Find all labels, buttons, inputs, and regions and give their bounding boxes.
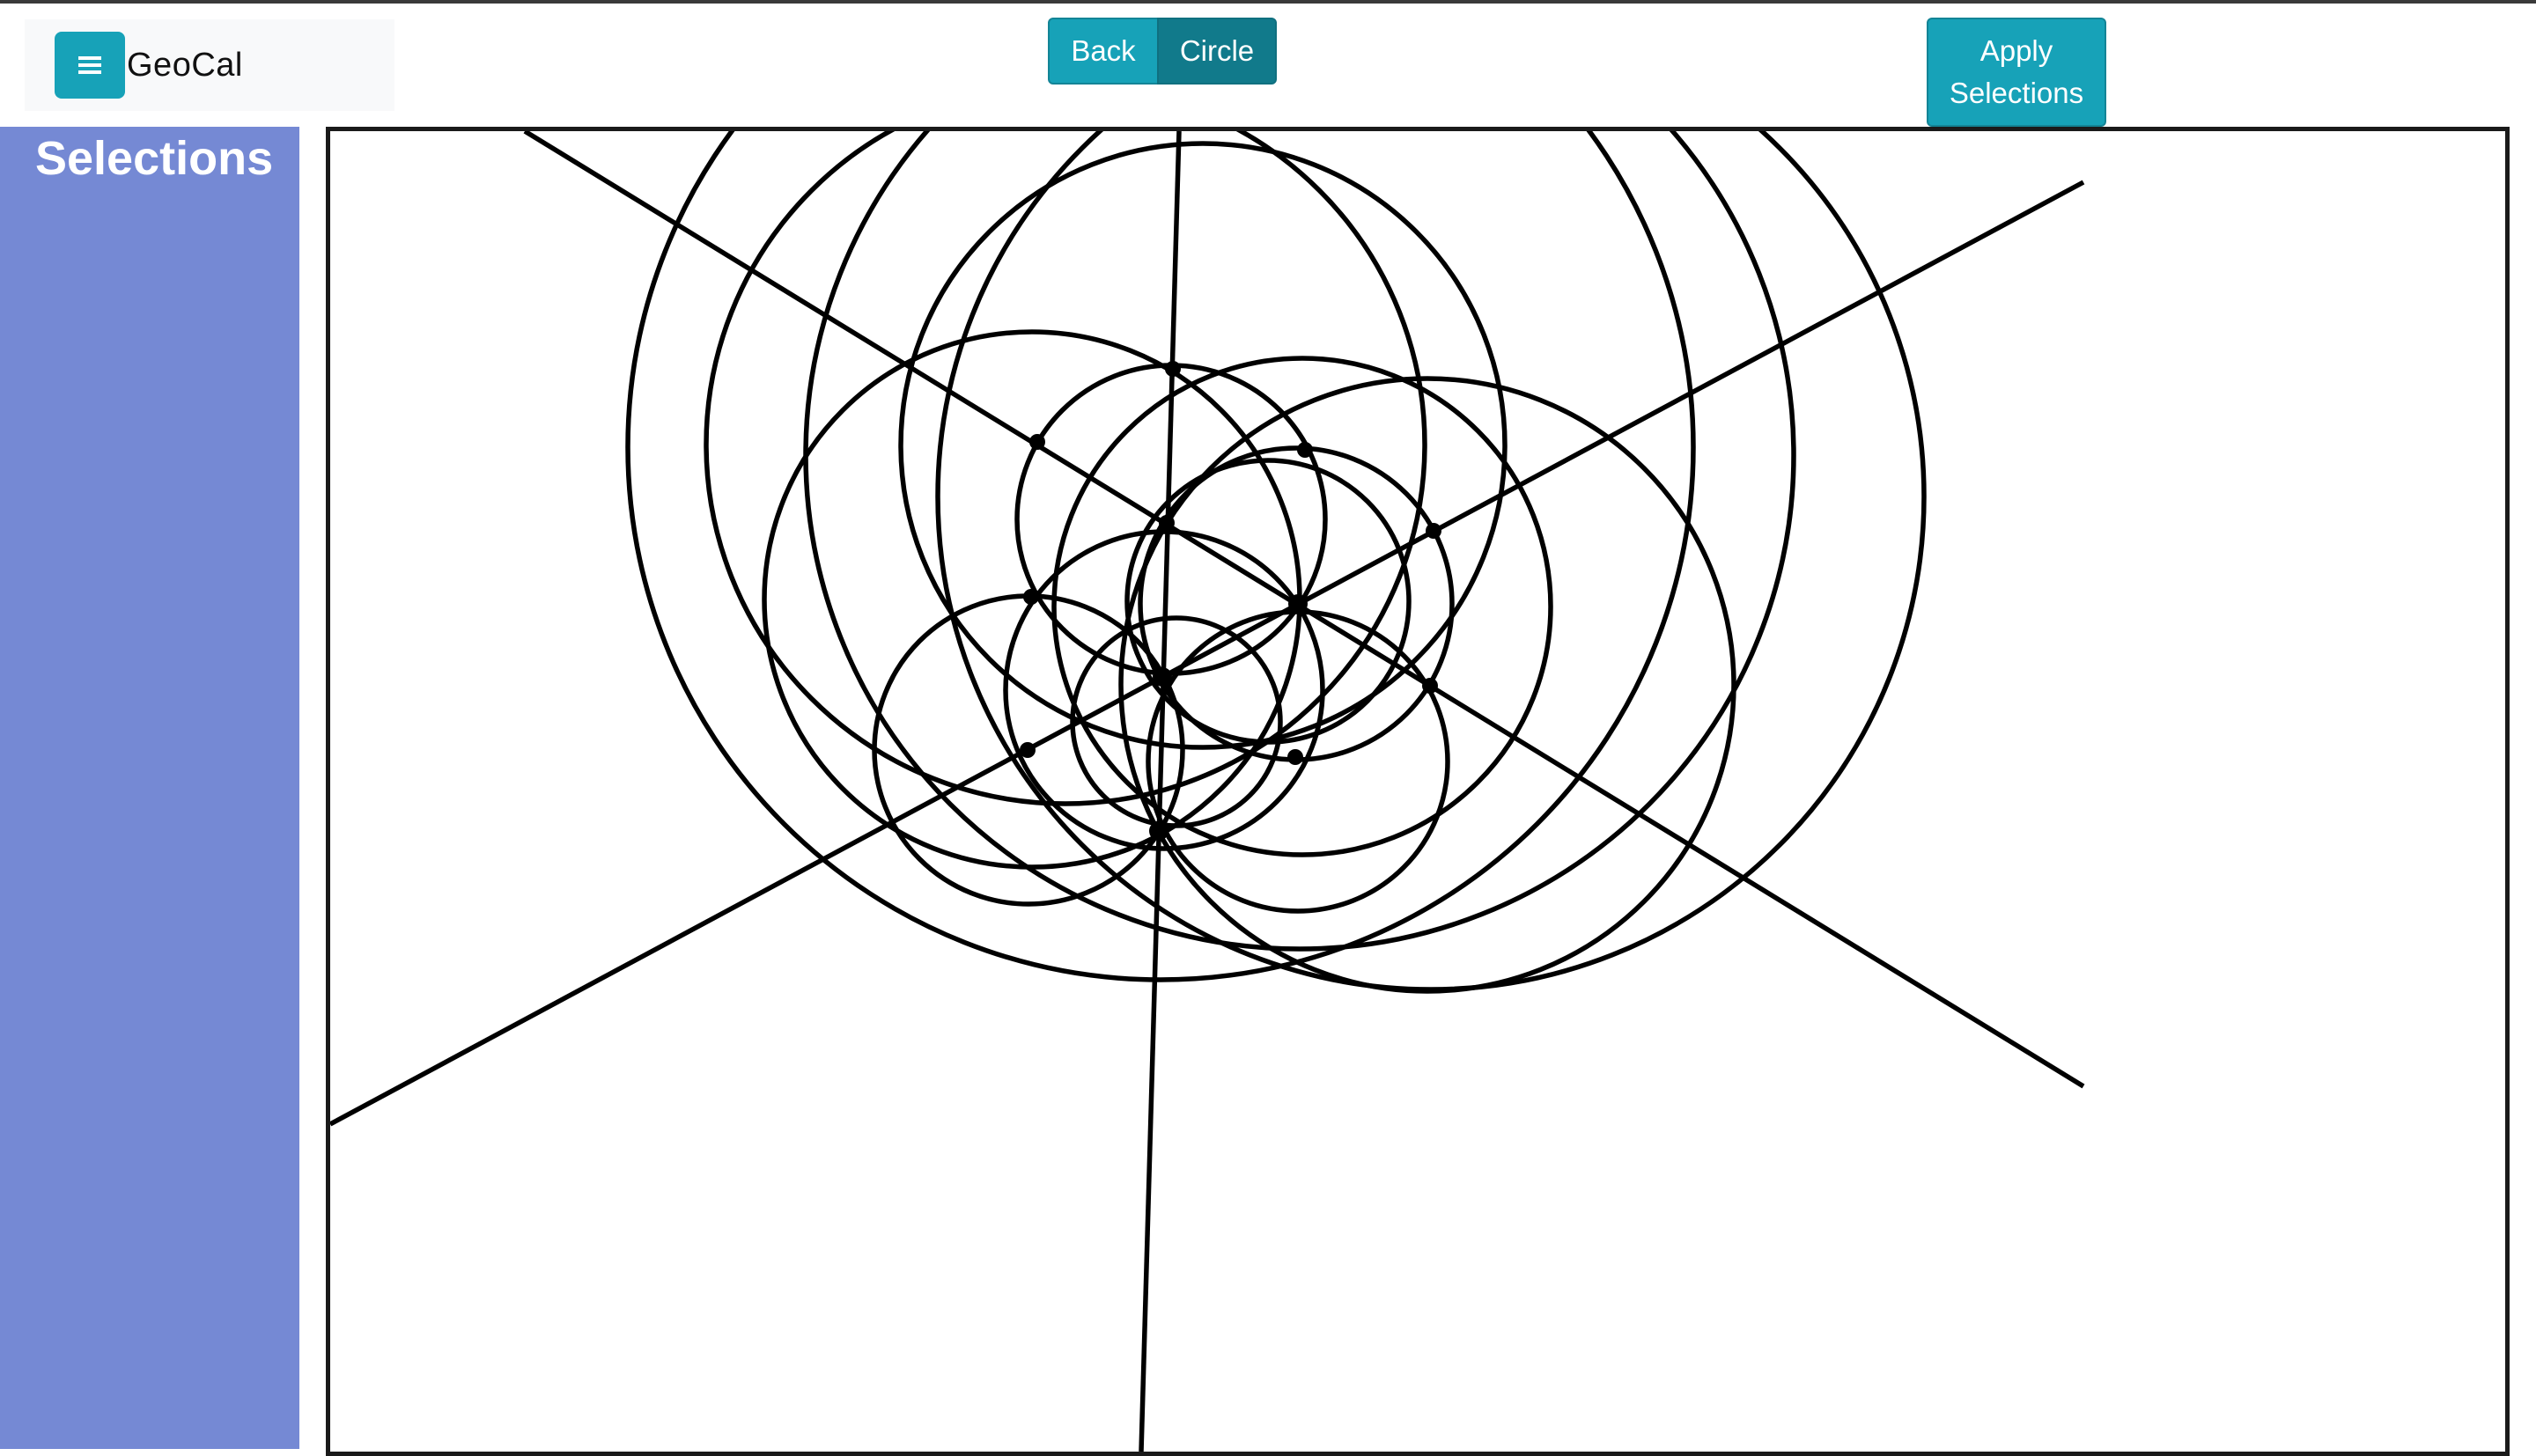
point-marker[interactable] [1029,434,1045,450]
construction-circle[interactable] [1124,458,1412,745]
menu-toggle-button[interactable] [55,32,125,99]
point-marker[interactable] [1159,515,1175,531]
point-marker[interactable] [1149,821,1168,841]
app-title: GeoCal [127,46,243,84]
point-marker[interactable] [1165,361,1181,377]
point-marker[interactable] [1153,667,1172,687]
point-marker[interactable] [1288,594,1308,614]
point-marker[interactable] [1287,749,1303,765]
selections-sidebar: Selections [0,127,299,1449]
point-marker[interactable] [1426,523,1441,539]
navbar-brand: GeoCal [25,19,394,111]
back-button[interactable]: Back [1048,18,1159,85]
point-marker[interactable] [1297,442,1313,458]
point-marker[interactable] [1020,742,1036,758]
construction-line[interactable] [330,180,2085,1127]
circle-tool-button[interactable]: Circle [1157,18,1277,85]
sidebar-title: Selections [35,132,274,185]
hamburger-icon [78,56,101,74]
point-marker[interactable] [1422,678,1438,694]
construction-circle[interactable] [803,131,1796,952]
point-marker[interactable] [1023,589,1039,605]
geometry-canvas[interactable] [326,127,2510,1456]
window-top-border [0,0,2536,4]
construction-drawing[interactable] [330,131,2505,1452]
apply-selections-button[interactable]: Apply Selections [1927,18,2106,127]
